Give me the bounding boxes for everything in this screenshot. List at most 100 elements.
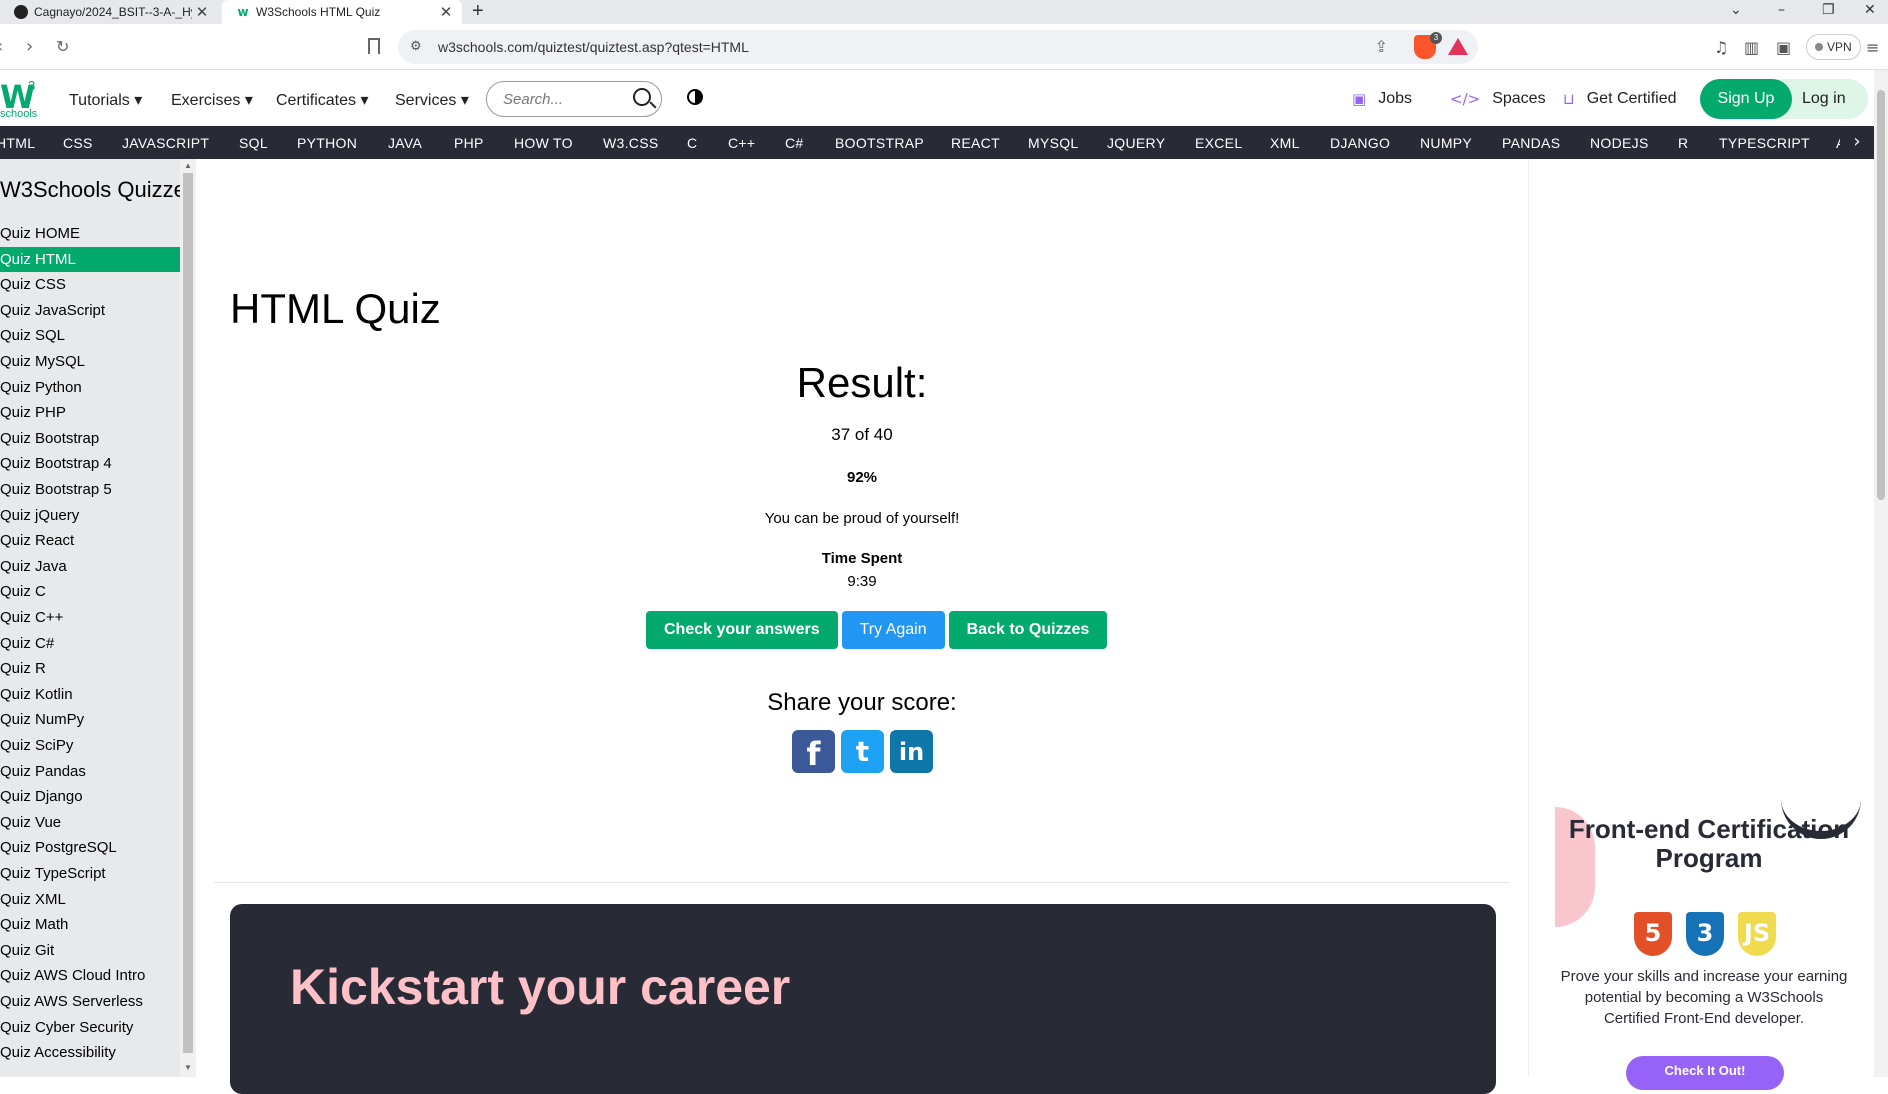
share-icon[interactable]: ⇪ (1375, 37, 1388, 57)
site-settings-icon[interactable]: ⚙ (410, 38, 422, 54)
sidebar-item[interactable]: Quiz Pandas (0, 759, 180, 784)
sidebar-item[interactable]: Quiz C# (0, 631, 180, 656)
subject-excel[interactable]: EXCEL (1195, 135, 1242, 151)
sidebar-item[interactable]: Quiz Math (0, 912, 180, 937)
sidebar-item[interactable]: Quiz MySQL (0, 349, 180, 374)
check-it-out-button[interactable]: Check It Out! (1626, 1056, 1784, 1090)
browser-tab-w3schools[interactable]: w W3Schools HTML Quiz ✕ (222, 0, 462, 24)
sidebar-item[interactable]: Quiz CSS (0, 272, 180, 297)
get-certified-link[interactable]: ⊔ Get Certified (1563, 90, 1677, 108)
sidebar-item[interactable]: Quiz SciPy (0, 733, 180, 758)
subject-react[interactable]: REACT (951, 135, 1000, 151)
sidebar-item[interactable]: Quiz PostgreSQL (0, 835, 180, 860)
subject-r[interactable]: R (1678, 135, 1688, 151)
subject-xml[interactable]: XML (1270, 135, 1300, 151)
jobs-link[interactable]: ▣ Jobs (1352, 90, 1412, 108)
sidebar-toggle-icon[interactable]: ▥ (1744, 38, 1759, 57)
subject-w3css[interactable]: W3.CSS (603, 135, 658, 151)
back-icon[interactable]: ‹ (0, 36, 3, 57)
sidebar-item[interactable]: Quiz SQL (0, 323, 180, 348)
subject-mysql[interactable]: MYSQL (1028, 135, 1079, 151)
sidebar-item[interactable]: Quiz Java (0, 554, 180, 579)
url-text[interactable]: w3schools.com/quiztest/quiztest.asp?qtes… (438, 39, 749, 55)
linkedin-icon[interactable]: in (890, 730, 933, 773)
media-icon[interactable]: ♫ (1714, 38, 1728, 57)
tab-search-chevron-icon[interactable]: ⌄ (1730, 2, 1742, 18)
bookmark-icon[interactable] (368, 38, 380, 54)
subject-how-to[interactable]: HOW TO (514, 135, 573, 151)
subject-cpp[interactable]: C++ (728, 135, 755, 151)
sidebar-item[interactable]: Quiz Bootstrap 5 (0, 477, 180, 502)
sidebar-item[interactable]: Quiz AWS Cloud Intro (0, 963, 180, 988)
sidebar-scroll-thumb[interactable] (183, 173, 193, 1053)
sidebar-item[interactable]: Quiz HTML (0, 246, 180, 272)
sidebar-item[interactable]: Quiz Kotlin (0, 682, 180, 707)
sidebar-item[interactable]: Quiz XML (0, 887, 180, 912)
wallet-icon[interactable]: ▣ (1776, 38, 1791, 57)
subject-python[interactable]: PYTHON (297, 135, 357, 151)
subject-typescript[interactable]: TYPESCRIPT (1719, 135, 1810, 151)
sidebar-scrollbar[interactable]: ▲ ▼ (180, 159, 196, 1077)
sidebar-item[interactable]: Quiz Git (0, 938, 180, 963)
sidebar-item[interactable]: Quiz R (0, 656, 180, 681)
subject-csharp[interactable]: C# (785, 135, 804, 151)
sidebar-item[interactable]: Quiz jQuery (0, 503, 180, 528)
sidebar-item[interactable]: Quiz Accessibility (0, 1040, 180, 1065)
sidebar-item[interactable]: Quiz Vue (0, 810, 180, 835)
log-in-button[interactable]: Log in (1802, 79, 1846, 119)
new-tab-button[interactable]: + (472, 0, 484, 24)
facebook-icon[interactable]: f (792, 730, 835, 773)
sidebar-item[interactable]: Quiz C++ (0, 605, 180, 630)
dark-mode-toggle-icon[interactable] (687, 89, 703, 105)
menu-certificates[interactable]: Certificates ▾ (276, 90, 369, 110)
minimize-button[interactable]: – (1778, 2, 1785, 18)
page-scrollbar[interactable] (1874, 70, 1888, 1077)
sidebar-item[interactable]: Quiz NumPy (0, 707, 180, 732)
subject-java[interactable]: JAVA (388, 135, 422, 151)
sidebar-item[interactable]: Quiz React (0, 528, 180, 553)
subject-nodejs[interactable]: NODEJS (1590, 135, 1649, 151)
close-tab-icon[interactable]: ✕ (436, 3, 456, 21)
close-tab-icon[interactable]: ✕ (192, 3, 212, 21)
sidebar-item[interactable]: Quiz Bootstrap (0, 426, 180, 451)
try-again-button[interactable]: Try Again (841, 611, 945, 649)
spaces-link[interactable]: </> Spaces (1450, 90, 1546, 108)
close-window-button[interactable]: ✕ (1864, 2, 1876, 18)
scroll-down-icon[interactable]: ▼ (184, 1063, 192, 1072)
check-answers-button[interactable]: Check your answers (646, 611, 838, 649)
address-bar[interactable]: ⚙ w3schools.com/quiztest/quiztest.asp?qt… (398, 30, 1478, 64)
sidebar-item[interactable]: Quiz PHP (0, 400, 180, 425)
subject-php[interactable]: PHP (454, 135, 484, 151)
subject-sql[interactable]: SQL (239, 135, 268, 151)
sidebar-item[interactable]: Quiz Bootstrap 4 (0, 451, 180, 476)
sidebar-item[interactable]: Quiz HOME (0, 221, 180, 246)
page-scroll-thumb[interactable] (1877, 90, 1885, 500)
sidebar-item[interactable]: Quiz Cyber Security (0, 1015, 180, 1040)
subject-c[interactable]: C (687, 135, 697, 151)
subject-pandas[interactable]: PANDAS (1502, 135, 1560, 151)
subject-jquery[interactable]: JQUERY (1107, 135, 1165, 151)
w3schools-logo[interactable]: W 3 schools (0, 78, 40, 120)
sidebar-item[interactable]: Quiz Python (0, 375, 180, 400)
subject-javascript[interactable]: JAVASCRIPT (122, 135, 209, 151)
back-to-quizzes-button[interactable]: Back to Quizzes (948, 611, 1108, 649)
menu-tutorials[interactable]: Tutorials ▾ (69, 90, 142, 110)
search-input[interactable]: Search... (486, 81, 662, 117)
sidebar-item[interactable]: Quiz C (0, 579, 180, 604)
twitter-icon[interactable]: t (841, 730, 884, 773)
sidebar-item[interactable]: Quiz JavaScript (0, 298, 180, 323)
sidebar-item[interactable]: Quiz AWS Serverless (0, 989, 180, 1014)
forward-icon[interactable]: › (26, 36, 33, 57)
subject-css[interactable]: CSS (63, 135, 93, 151)
search-icon[interactable] (633, 88, 651, 106)
scroll-up-icon[interactable]: ▲ (184, 161, 192, 170)
browser-tab-github[interactable]: Cagnayo/2024_BSIT--3-A-_HyTech ✕ (0, 0, 218, 24)
subject-numpy[interactable]: NUMPY (1420, 135, 1472, 151)
brave-rewards-icon[interactable] (1448, 38, 1468, 55)
vpn-button[interactable]: VPN (1806, 34, 1861, 60)
menu-services[interactable]: Services ▾ (395, 90, 469, 110)
subject-html[interactable]: HTML (0, 135, 35, 151)
sidebar-item[interactable]: Quiz Django (0, 784, 180, 809)
subject-django[interactable]: DJANGO (1330, 135, 1390, 151)
menu-icon[interactable]: ≡ (1866, 38, 1879, 57)
